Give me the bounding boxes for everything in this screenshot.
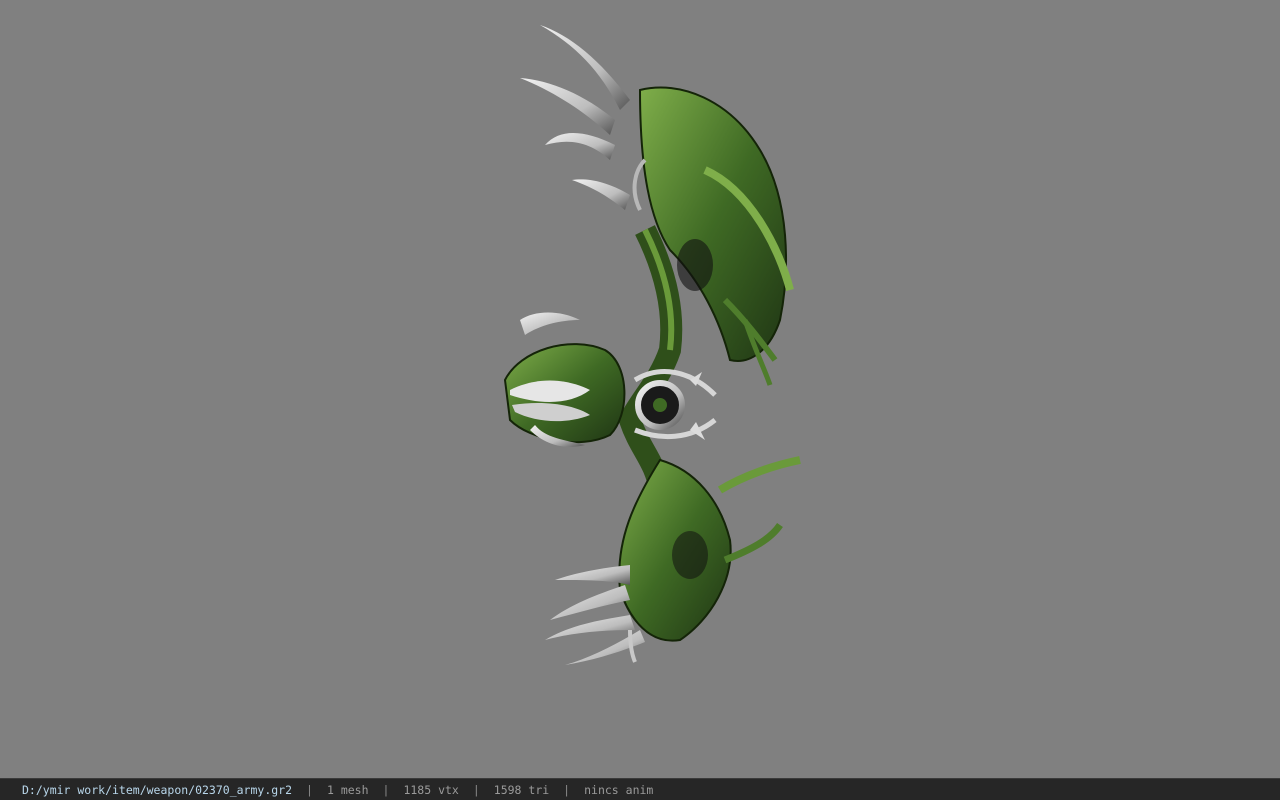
mesh-count: 1 mesh [326, 782, 369, 797]
separator: | [563, 782, 571, 797]
separator: | [382, 782, 390, 797]
3d-viewport[interactable] [0, 0, 1280, 778]
file-path: D:/ymir work/item/weapon/02370_army.gr2 [22, 782, 293, 797]
upper-limb [520, 25, 794, 386]
bow-model[interactable] [490, 20, 820, 670]
separator: | [306, 782, 313, 797]
lower-limb [545, 456, 801, 665]
anim-status: nincs anim [584, 782, 654, 797]
vertex-count: 1185 vtx [403, 782, 459, 797]
separator: | [472, 782, 480, 797]
status-bar: D:/ymir work/item/weapon/02370_army.gr2 … [0, 778, 1280, 800]
triangle-count: 1598 tri [493, 782, 550, 797]
